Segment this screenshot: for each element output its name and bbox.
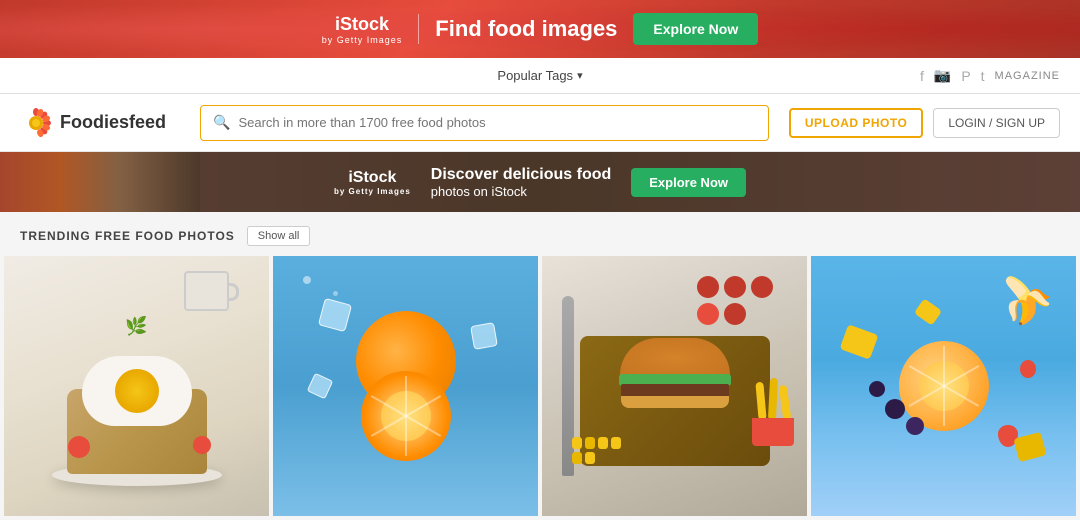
secondary-text: Discover delicious food photos on iStock: [431, 166, 611, 199]
herbs: 🌿: [125, 316, 147, 337]
photo-1-image: 🌿: [4, 256, 269, 516]
secondary-brand: iStock by Getty Images: [334, 169, 411, 196]
photo-4-image: 🍌: [811, 256, 1076, 516]
tomato-2: [193, 436, 211, 454]
bun-top: [620, 338, 730, 378]
search-input[interactable]: [238, 115, 755, 130]
popular-tags-label: Popular Tags: [497, 68, 573, 83]
search-bar: 🔍: [200, 105, 769, 141]
tomatoes-top: [697, 276, 777, 325]
ice-cube-2: [470, 322, 498, 350]
trending-header: TRENDING FREE FOOD PHOTOS Show all: [0, 212, 1080, 256]
search-icon: 🔍: [213, 114, 230, 131]
corn: [572, 437, 632, 464]
photo-card-1[interactable]: 🌿: [4, 256, 269, 516]
social-icons-area: f 📷 P t MAGAZINE: [920, 67, 1060, 84]
top-banner: iStock by Getty Images Find food images …: [0, 0, 1080, 58]
bun-bottom: [621, 396, 729, 408]
banner-cta-button[interactable]: Explore Now: [633, 13, 758, 45]
tomato-1: [68, 436, 90, 458]
orange-half: [361, 371, 451, 461]
upload-photo-button[interactable]: UPLOAD PHOTO: [789, 108, 923, 138]
secondary-line1: Discover delicious food: [431, 166, 611, 184]
secondary-banner-bg: [0, 152, 200, 212]
header-actions: UPLOAD PHOTO LOGIN / SIGN UP: [789, 108, 1060, 138]
secondary-banner-content: iStock by Getty Images Discover deliciou…: [334, 166, 746, 199]
secondary-line2: photos on iStock: [431, 184, 611, 199]
photo-card-3[interactable]: [542, 256, 807, 516]
photo-2-image: [273, 256, 538, 516]
photo-grid: 🌿: [0, 256, 1080, 520]
instagram-icon[interactable]: 📷: [934, 67, 951, 84]
logo-icon: [20, 107, 52, 139]
secondary-banner: iStock by Getty Images Discover deliciou…: [0, 152, 1080, 212]
twitter-icon[interactable]: t: [981, 68, 985, 84]
photo-card-2[interactable]: [273, 256, 538, 516]
egg-yolk: [115, 369, 159, 413]
droplet-1: [303, 276, 311, 284]
banner-brand: iStock by Getty Images: [322, 14, 403, 45]
facebook-icon[interactable]: f: [920, 68, 924, 84]
trending-title: TRENDING FREE FOOD PHOTOS: [20, 229, 235, 243]
mug: [184, 271, 239, 301]
banner-headline: Find food images: [435, 16, 617, 42]
photo-card-4[interactable]: 🍌: [811, 256, 1076, 516]
show-all-button[interactable]: Show all: [247, 226, 311, 246]
popular-tags[interactable]: Popular Tags ▾: [497, 68, 582, 83]
blackberry-3: [869, 381, 885, 397]
header: Foodiesfeed 🔍 UPLOAD PHOTO LOGIN / SIGN …: [0, 94, 1080, 152]
chevron-down-icon: ▾: [577, 69, 583, 82]
login-signup-button[interactable]: LOGIN / SIGN UP: [933, 108, 1060, 138]
banner-divider: [418, 14, 419, 44]
logo-area: Foodiesfeed: [20, 107, 180, 139]
photo-3-image: [542, 256, 807, 516]
nav-bar: Popular Tags ▾ f 📷 P t MAGAZINE: [0, 58, 1080, 94]
magazine-link[interactable]: MAGAZINE: [995, 70, 1060, 82]
secondary-cta-button[interactable]: Explore Now: [631, 168, 746, 197]
pinterest-icon[interactable]: P: [961, 68, 970, 84]
droplet-2: [333, 291, 338, 296]
logo-text: Foodiesfeed: [60, 112, 166, 133]
